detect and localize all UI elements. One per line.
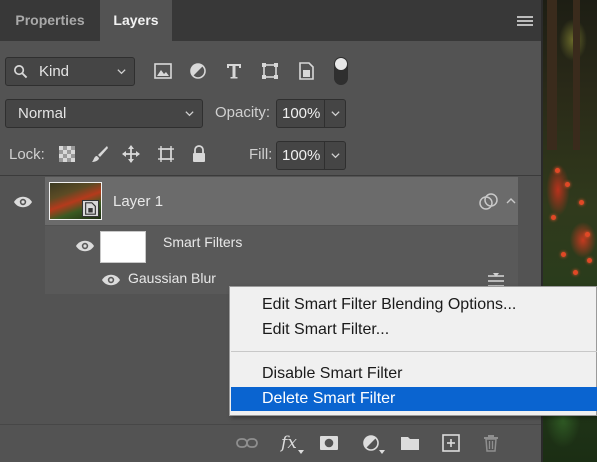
smart-filter-context-menu: Edit Smart Filter Blending Options... Ed… bbox=[229, 286, 597, 416]
flower bbox=[551, 215, 556, 220]
menu-separator bbox=[231, 351, 597, 352]
menu-item-edit-smart-filter[interactable]: Edit Smart Filter... bbox=[231, 318, 597, 342]
chevron-down-icon bbox=[117, 69, 126, 75]
opacity-dropdown-button[interactable] bbox=[325, 99, 346, 128]
menu-item-edit-blending-options[interactable]: Edit Smart Filter Blending Options... bbox=[231, 293, 597, 317]
layer-name[interactable]: Layer 1 bbox=[113, 193, 163, 210]
lock-image-pixels-icon[interactable] bbox=[90, 144, 110, 164]
smart-filters-visibility-eye-icon[interactable] bbox=[75, 239, 95, 253]
chevron-down-icon bbox=[185, 111, 194, 117]
flower bbox=[573, 270, 578, 275]
chevron-up-icon[interactable] bbox=[506, 196, 516, 206]
flower bbox=[579, 200, 584, 205]
blend-mode-value: Normal bbox=[18, 105, 67, 122]
chevron-down-icon bbox=[331, 153, 340, 159]
menu-item-delete-smart-filter[interactable]: Delete Smart Filter bbox=[231, 387, 597, 411]
filter-kind-label: Kind bbox=[39, 63, 70, 80]
layer-thumbnail[interactable] bbox=[49, 182, 102, 220]
filter-toggle-switch[interactable] bbox=[334, 57, 348, 85]
fill-dropdown-button[interactable] bbox=[325, 141, 346, 170]
shape-filter-icon[interactable] bbox=[260, 61, 280, 81]
tab-layers[interactable]: Layers bbox=[100, 0, 172, 41]
blend-mode-select[interactable]: Normal bbox=[5, 99, 203, 128]
smart-filter-indicator-icon bbox=[479, 193, 498, 210]
gaussian-blur-filter-label[interactable]: Gaussian Blur bbox=[128, 270, 216, 286]
panel-tab-strip: Properties Layers bbox=[0, 0, 541, 41]
lock-artboard-icon[interactable] bbox=[156, 144, 176, 164]
lock-label: Lock: bbox=[9, 146, 45, 163]
tab-properties[interactable]: Properties bbox=[0, 0, 100, 41]
flower bbox=[561, 252, 566, 257]
lock-all-icon[interactable] bbox=[189, 144, 209, 164]
opacity-label: Opacity: bbox=[215, 104, 271, 121]
link-layers-icon[interactable] bbox=[236, 432, 258, 454]
new-layer-icon[interactable] bbox=[440, 432, 462, 454]
type-filter-icon[interactable] bbox=[224, 61, 244, 81]
opacity-input[interactable]: 100% bbox=[276, 99, 325, 128]
smart-filter-mask-thumbnail[interactable] bbox=[100, 231, 146, 263]
panel-menu-icon[interactable] bbox=[517, 16, 533, 28]
flower bbox=[585, 232, 590, 237]
fx-label: fx bbox=[281, 433, 297, 453]
tree-trunk bbox=[573, 0, 580, 150]
smart-filters-label[interactable]: Smart Filters bbox=[163, 234, 242, 250]
flower bbox=[587, 258, 592, 263]
fill-label: Fill: bbox=[249, 146, 273, 163]
adjustment-layer-icon[interactable] bbox=[360, 432, 385, 454]
menu-item-disable-smart-filter[interactable]: Disable Smart Filter bbox=[231, 362, 597, 386]
delete-layer-icon[interactable] bbox=[480, 432, 502, 454]
fx-icon[interactable]: fx bbox=[278, 432, 304, 454]
lock-transparent-pixels-icon[interactable] bbox=[57, 144, 77, 164]
layer-visibility-eye-icon[interactable] bbox=[13, 195, 33, 209]
search-icon bbox=[14, 65, 28, 79]
smart-object-badge-icon bbox=[82, 200, 99, 217]
new-group-icon[interactable] bbox=[399, 432, 421, 454]
tree-trunk bbox=[547, 0, 557, 150]
fill-input[interactable]: 100% bbox=[276, 141, 325, 170]
image-filter-icon[interactable] bbox=[153, 61, 173, 81]
chevron-down-icon bbox=[331, 111, 340, 117]
gaussian-blur-visibility-eye-icon[interactable] bbox=[101, 273, 121, 287]
adjustment-filter-icon[interactable] bbox=[188, 61, 208, 81]
lock-position-icon[interactable] bbox=[121, 144, 141, 164]
flower bbox=[555, 168, 560, 173]
flower bbox=[565, 182, 570, 187]
layer-mask-icon[interactable] bbox=[318, 432, 340, 454]
toggle-knob bbox=[335, 58, 347, 70]
layers-scrollbar[interactable] bbox=[518, 177, 541, 294]
smart-object-filter-icon[interactable] bbox=[296, 61, 316, 81]
filter-kind-select[interactable]: Kind bbox=[5, 57, 135, 86]
